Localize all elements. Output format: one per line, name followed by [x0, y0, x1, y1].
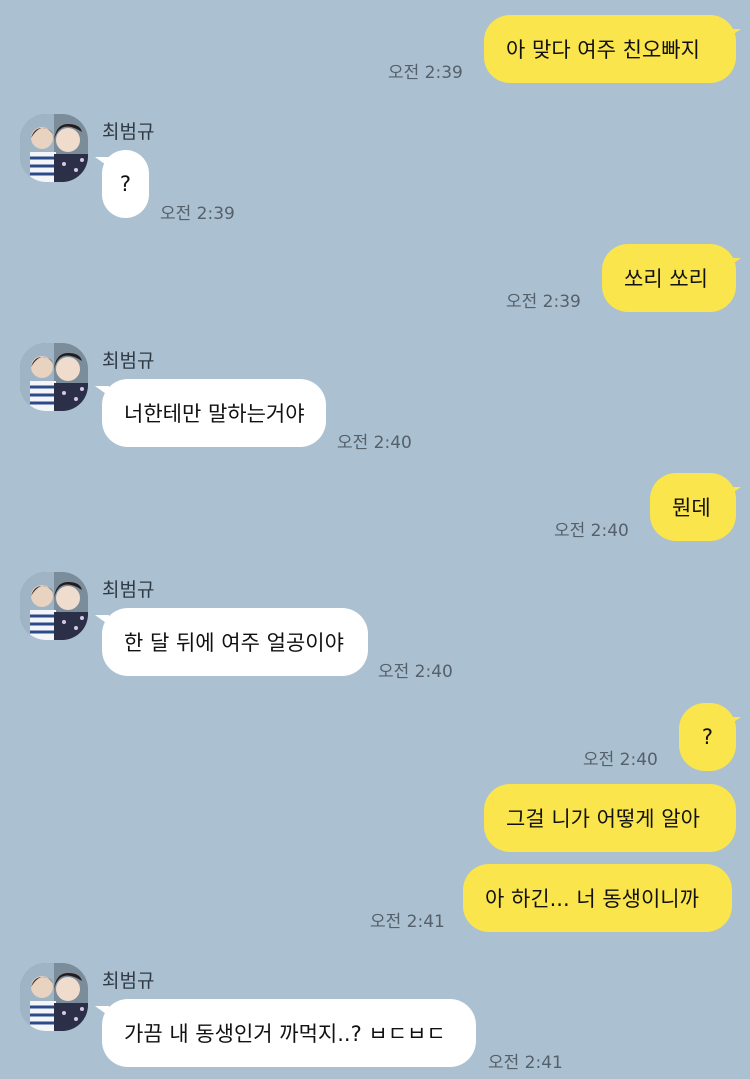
sender-name: 최범규	[102, 579, 155, 601]
message-text: 너한테만 말하는거야	[124, 402, 305, 426]
my-message-bubble[interactable]: 아 맞다 여주 친오빠지	[484, 15, 736, 83]
avatar[interactable]	[20, 343, 88, 411]
message-time: 오전 2:39	[388, 63, 463, 83]
message-text: 쏘리 쏘리	[624, 267, 708, 291]
message-text: 가끔 내 동생인거 까먹지..? ㅂㄷㅂㄷ	[124, 1022, 446, 1046]
message-time: 오전 2:40	[337, 433, 412, 453]
bubble-tail	[727, 258, 741, 268]
sender-name: 최범규	[102, 350, 155, 372]
message-text: 한 달 뒤에 여주 얼공이야	[124, 631, 344, 655]
avatar[interactable]	[20, 572, 88, 640]
avatar-photo-icon	[20, 114, 88, 182]
avatar[interactable]	[20, 963, 88, 1031]
sender-name: 최범규	[102, 121, 155, 143]
their-message-bubble[interactable]: 너한테만 말하는거야	[102, 379, 326, 447]
message-time: 오전 2:41	[488, 1053, 563, 1073]
bubble-tail	[727, 717, 741, 727]
their-message-bubble[interactable]: 한 달 뒤에 여주 얼공이야	[102, 608, 368, 676]
avatar-photo-icon	[20, 572, 88, 640]
message-time: 오전 2:39	[506, 292, 581, 312]
bubble-tail	[727, 29, 741, 39]
bubble-tail	[727, 487, 741, 497]
message-text: ?	[701, 725, 714, 749]
message-text: 뭔데	[672, 496, 711, 520]
my-message-bubble[interactable]: 아 하긴... 너 동생이니까	[463, 864, 732, 932]
message-text: ?	[119, 172, 132, 196]
message-time: 오전 2:41	[370, 912, 445, 932]
message-text: 아 맞다 여주 친오빠지	[506, 38, 700, 62]
their-message-bubble[interactable]: 가끔 내 동생인거 까먹지..? ㅂㄷㅂㄷ	[102, 999, 476, 1067]
message-text: 아 하긴... 너 동생이니까	[485, 887, 699, 911]
my-message-bubble[interactable]: 쏘리 쏘리	[602, 244, 736, 312]
message-text: 그걸 니가 어떻게 알아	[506, 807, 700, 831]
avatar-photo-icon	[20, 963, 88, 1031]
sender-name: 최범규	[102, 970, 155, 992]
avatar[interactable]	[20, 114, 88, 182]
my-message-bubble[interactable]: 그걸 니가 어떻게 알아	[484, 784, 736, 852]
my-message-bubble[interactable]: ?	[679, 703, 736, 771]
my-message-bubble[interactable]: 뭔데	[650, 473, 736, 541]
avatar-photo-icon	[20, 343, 88, 411]
message-time: 오전 2:40	[583, 750, 658, 770]
message-time: 오전 2:40	[378, 662, 453, 682]
message-time: 오전 2:39	[160, 204, 235, 224]
their-message-bubble[interactable]: ?	[102, 150, 149, 218]
message-time: 오전 2:40	[554, 521, 629, 541]
